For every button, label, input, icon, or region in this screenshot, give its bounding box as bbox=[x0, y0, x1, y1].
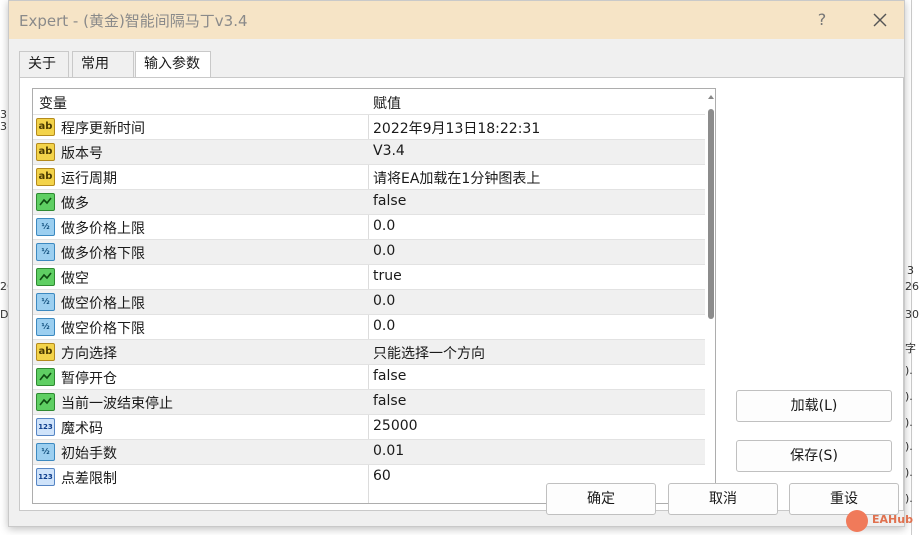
watermark-text: EAHub bbox=[872, 513, 913, 526]
bg-price-label: 字 bbox=[905, 342, 916, 355]
parameter-row[interactable]: ab 方向选择 只能选择一个方向 bbox=[33, 339, 705, 364]
bool-type-icon bbox=[36, 193, 55, 211]
parameter-name: 做空价格下限 bbox=[61, 321, 145, 337]
parameter-name: 做空 bbox=[61, 271, 89, 287]
parameter-value[interactable]: 0.0 bbox=[373, 318, 395, 334]
double-type-icon: ½ bbox=[36, 243, 55, 261]
bg-price-label: 30 bbox=[905, 308, 919, 321]
scroll-up-arrow-icon[interactable] bbox=[708, 95, 714, 99]
parameter-row[interactable]: ½ 做多价格下限 0.0 bbox=[33, 239, 705, 264]
int-type-icon: 123 bbox=[36, 418, 55, 436]
bg-price-label: ). bbox=[905, 466, 913, 479]
parameter-value[interactable]: 请将EA加载在1分钟图表上 bbox=[373, 168, 540, 188]
parameter-name: 做多价格上限 bbox=[61, 221, 145, 237]
parameter-row[interactable]: ab 程序更新时间 2022年9月13日18:22:31 bbox=[33, 114, 705, 139]
tab-common[interactable]: 常用 bbox=[72, 51, 134, 77]
scroll-thumb[interactable] bbox=[708, 109, 714, 319]
parameter-value[interactable]: 25000 bbox=[373, 418, 418, 434]
parameter-row[interactable]: 当前一波结束停止 false bbox=[33, 389, 705, 414]
header-value[interactable]: 赋值 bbox=[373, 93, 401, 113]
bg-price-label: ). bbox=[905, 390, 913, 403]
parameter-value[interactable]: 0.01 bbox=[373, 443, 404, 459]
parameter-name: 做多 bbox=[61, 196, 89, 212]
parameter-row[interactable]: ½ 做多价格上限 0.0 bbox=[33, 214, 705, 239]
expert-properties-dialog: Expert - (黄金)智能间隔马丁v3.4 ? 关于 常用 输入参数 变量 … bbox=[8, 0, 905, 527]
parameter-row[interactable]: 做多 false bbox=[33, 189, 705, 214]
close-icon bbox=[873, 13, 887, 27]
tab-about[interactable]: 关于 bbox=[19, 51, 69, 77]
parameter-value[interactable]: 只能选择一个方向 bbox=[373, 343, 485, 363]
save-button[interactable]: 保存(S) bbox=[736, 440, 892, 472]
double-type-icon: ½ bbox=[36, 443, 55, 461]
parameter-row[interactable]: ½ 做空价格上限 0.0 bbox=[33, 289, 705, 314]
help-button[interactable]: ? bbox=[807, 7, 837, 33]
bg-price-label: 26 bbox=[905, 280, 919, 293]
parameter-name: 方向选择 bbox=[61, 346, 117, 362]
bg-price-label: ). bbox=[905, 416, 913, 429]
double-type-icon: ½ bbox=[36, 293, 55, 311]
load-button[interactable]: 加载(L) bbox=[736, 390, 892, 422]
parameters-table: 变量 赋值 ab 程序更新时间 2022年9月13日18:22:31 ab 版本号 V3.… bbox=[32, 88, 716, 504]
parameter-value[interactable]: false bbox=[373, 193, 406, 209]
bool-type-icon bbox=[36, 368, 55, 386]
window-title: Expert - (黄金)智能间隔马丁v3.4 bbox=[19, 12, 248, 30]
bg-price-label: 3 bbox=[907, 264, 914, 277]
parameter-name: 初始手数 bbox=[61, 446, 117, 462]
bg-price-label: ). bbox=[905, 440, 913, 453]
parameter-row[interactable]: 暂停开仓 false bbox=[33, 364, 705, 389]
parameter-value[interactable]: false bbox=[373, 393, 406, 409]
parameter-name: 版本号 bbox=[61, 146, 103, 162]
parameter-name: 做多价格下限 bbox=[61, 246, 145, 262]
double-type-icon: ½ bbox=[36, 318, 55, 336]
eahub-logo-icon bbox=[846, 510, 868, 532]
parameter-name: 运行周期 bbox=[61, 171, 117, 187]
bool-type-icon bbox=[36, 268, 55, 286]
double-type-icon: ½ bbox=[36, 218, 55, 236]
parameter-row[interactable]: 123 魔术码 25000 bbox=[33, 414, 705, 439]
parameter-value[interactable]: 0.0 bbox=[373, 293, 395, 309]
table-header: 变量 赋值 bbox=[33, 89, 705, 114]
cancel-button[interactable]: 取消 bbox=[668, 483, 778, 515]
parameter-row[interactable]: ab 运行周期 请将EA加载在1分钟图表上 bbox=[33, 164, 705, 189]
string-type-icon: ab bbox=[36, 168, 55, 186]
int-type-icon: 123 bbox=[36, 468, 55, 486]
string-type-icon: ab bbox=[36, 118, 55, 136]
parameter-name: 当前一波结束停止 bbox=[61, 396, 173, 412]
parameter-name: 点差限制 bbox=[61, 471, 117, 487]
parameter-row[interactable]: ½ 初始手数 0.01 bbox=[33, 439, 705, 464]
table-body: ab 程序更新时间 2022年9月13日18:22:31 ab 版本号 V3.4 ab 运行周… bbox=[33, 114, 705, 489]
string-type-icon: ab bbox=[36, 343, 55, 361]
tab-input-parameters[interactable]: 输入参数 bbox=[135, 51, 211, 78]
parameter-row[interactable]: ½ 做空价格下限 0.0 bbox=[33, 314, 705, 339]
parameter-name: 程序更新时间 bbox=[61, 121, 145, 137]
title-bar[interactable]: Expert - (黄金)智能间隔马丁v3.4 ? bbox=[9, 1, 904, 39]
header-variable[interactable]: 变量 bbox=[39, 93, 67, 113]
bg-price-label: ). bbox=[905, 364, 913, 377]
input-parameters-panel: 变量 赋值 ab 程序更新时间 2022年9月13日18:22:31 ab 版本号 V3.… bbox=[19, 77, 904, 511]
bool-type-icon bbox=[36, 393, 55, 411]
parameter-value[interactable]: 0.0 bbox=[373, 218, 395, 234]
parameter-name: 暂停开仓 bbox=[61, 371, 117, 387]
reset-button[interactable]: 重设 bbox=[789, 483, 899, 515]
bg-price-label: 3 bbox=[0, 120, 7, 133]
close-button[interactable] bbox=[864, 7, 896, 33]
parameter-value[interactable]: false bbox=[373, 368, 406, 384]
parameter-value[interactable]: 2022年9月13日18:22:31 bbox=[373, 118, 540, 138]
parameter-name: 魔术码 bbox=[61, 421, 103, 437]
parameter-value[interactable]: true bbox=[373, 268, 402, 284]
parameter-row[interactable]: 做空 true bbox=[33, 264, 705, 289]
background-chart-right: 3 26 30 字 ). ). ). ). ). ). bbox=[905, 0, 919, 535]
parameter-row[interactable]: ab 版本号 V3.4 bbox=[33, 139, 705, 164]
parameter-name: 做空价格上限 bbox=[61, 296, 145, 312]
ok-button[interactable]: 确定 bbox=[546, 483, 656, 515]
string-type-icon: ab bbox=[36, 143, 55, 161]
table-scrollbar[interactable] bbox=[705, 89, 715, 503]
parameter-value[interactable]: 60 bbox=[373, 468, 391, 484]
bg-price-label: ). bbox=[905, 492, 913, 505]
parameter-value[interactable]: 0.0 bbox=[373, 243, 395, 259]
parameter-value[interactable]: V3.4 bbox=[373, 143, 405, 159]
